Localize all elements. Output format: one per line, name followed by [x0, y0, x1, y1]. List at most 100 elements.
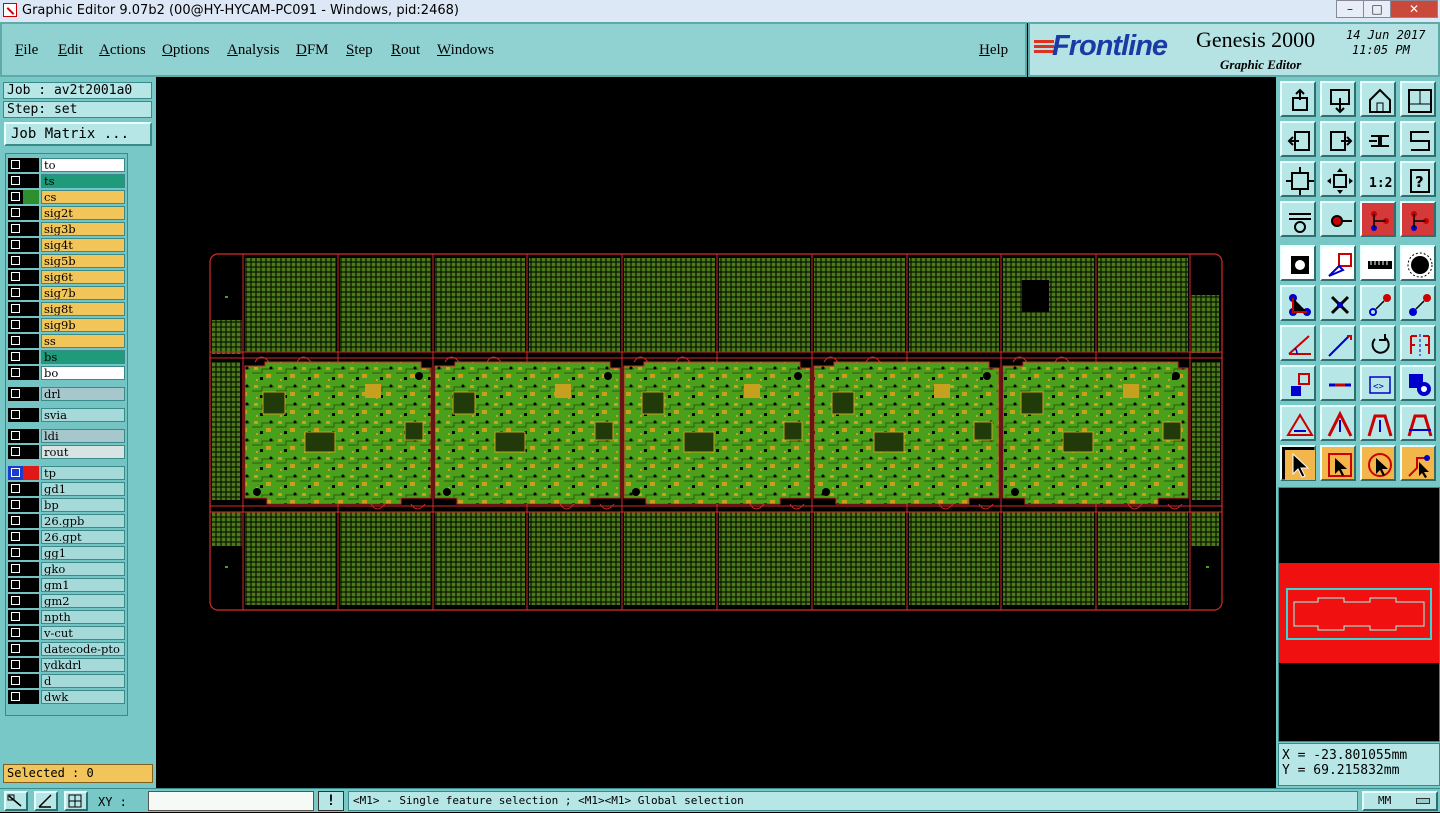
layer-row-ss[interactable]: ss	[8, 334, 127, 348]
layer-checkbox[interactable]	[8, 658, 23, 672]
snake-button[interactable]	[1400, 121, 1436, 157]
layer-color-swatch[interactable]	[23, 366, 39, 380]
menu-rout[interactable]: Rout	[391, 42, 420, 59]
layer-name[interactable]: gm2	[41, 594, 125, 608]
arc-button[interactable]	[1320, 405, 1356, 441]
layer-color-swatch[interactable]	[23, 594, 39, 608]
layer-name[interactable]: gm1	[41, 578, 125, 592]
graph-alt-button[interactable]	[1400, 201, 1436, 237]
layer-row-sig2t[interactable]: sig2t	[8, 206, 127, 220]
layer-row-sig6t[interactable]: sig6t	[8, 270, 127, 284]
layer-color-swatch[interactable]	[23, 562, 39, 576]
select-arrow-button[interactable]	[1280, 445, 1316, 481]
pin-button[interactable]	[1320, 201, 1356, 237]
angle-button[interactable]	[1280, 325, 1316, 361]
layer-color-swatch[interactable]	[23, 578, 39, 592]
layer-color-swatch[interactable]	[23, 690, 39, 704]
menu-step[interactable]: Step	[346, 42, 373, 59]
measure-icon[interactable]	[34, 791, 58, 811]
layer-color-swatch[interactable]	[23, 286, 39, 300]
zoom-in-right-button[interactable]	[1320, 121, 1356, 157]
layer-color-swatch[interactable]	[23, 546, 39, 560]
layer-row-sig8t[interactable]: sig8t	[8, 302, 127, 316]
layer-checkbox[interactable]	[8, 690, 23, 704]
layer-name[interactable]: datecode-pto	[41, 642, 125, 656]
close-button[interactable]: ✕	[1390, 0, 1438, 18]
layer-name[interactable]: ss	[41, 334, 125, 348]
layer-row-d[interactable]: d	[8, 674, 127, 688]
layer-row-tp[interactable]: tp	[8, 466, 127, 480]
edit-shape-button[interactable]	[1320, 245, 1356, 281]
zoom-in-left-button[interactable]	[1280, 121, 1316, 157]
arc-flip-button[interactable]	[1400, 405, 1436, 441]
layer-name[interactable]: 26.gpb	[41, 514, 125, 528]
layer-checkbox[interactable]	[8, 482, 23, 496]
layer-row-ts[interactable]: ts	[8, 174, 127, 188]
menu-dfm[interactable]: DFM	[296, 42, 329, 59]
layer-row-ldi[interactable]: ldi	[8, 429, 127, 443]
open-button[interactable]	[1320, 81, 1356, 117]
layer-name[interactable]: to	[41, 158, 125, 172]
overview-minimap[interactable]	[1278, 487, 1440, 742]
layer-row-gg1[interactable]: gg1	[8, 546, 127, 560]
job-matrix-button[interactable]: Job Matrix ...	[4, 122, 152, 146]
layer-color-swatch[interactable]	[23, 334, 39, 348]
layer-name[interactable]: drl	[41, 387, 125, 401]
layer-color-swatch[interactable]	[23, 350, 39, 364]
layer-checkbox[interactable]	[8, 158, 23, 172]
layer-checkbox[interactable]	[8, 546, 23, 560]
layer-checkbox[interactable]	[8, 408, 23, 422]
layer-name[interactable]: gd1	[41, 482, 125, 496]
segment-button[interactable]	[1320, 365, 1356, 401]
layer-color-swatch[interactable]	[23, 254, 39, 268]
mirror-button[interactable]	[1400, 325, 1436, 361]
layer-name[interactable]: sig5b	[41, 254, 125, 268]
move-point-alt-button[interactable]	[1400, 285, 1436, 321]
layer-row-sig5b[interactable]: sig5b	[8, 254, 127, 268]
layer-checkbox[interactable]	[8, 286, 23, 300]
layer-row-svia[interactable]: svia	[8, 408, 127, 422]
layer-checkbox[interactable]	[8, 578, 23, 592]
menu-help[interactable]: Help	[979, 42, 1008, 59]
layer-color-swatch[interactable]	[23, 610, 39, 624]
layer-checkbox[interactable]	[8, 626, 23, 640]
layer-name[interactable]: bp	[41, 498, 125, 512]
line-button[interactable]	[1320, 325, 1356, 361]
connect-button[interactable]	[1280, 285, 1316, 321]
graph-button[interactable]	[1360, 201, 1396, 237]
cross-button[interactable]	[1320, 285, 1356, 321]
layer-checkbox[interactable]	[8, 498, 23, 512]
layer-color-swatch[interactable]	[23, 445, 39, 459]
layer-checkbox[interactable]	[8, 318, 23, 332]
layer-row-dwk[interactable]: dwk	[8, 690, 127, 704]
layer-row-npth[interactable]: npth	[8, 610, 127, 624]
layer-color-swatch[interactable]	[23, 387, 39, 401]
layer-checkbox[interactable]	[8, 350, 23, 364]
layer-checkbox[interactable]	[8, 254, 23, 268]
layer-row-gd1[interactable]: gd1	[8, 482, 127, 496]
home-button[interactable]	[1360, 81, 1396, 117]
layer-checkbox[interactable]	[8, 222, 23, 236]
layer-name[interactable]: gko	[41, 562, 125, 576]
layer-color-swatch[interactable]	[23, 514, 39, 528]
layer-checkbox[interactable]	[8, 270, 23, 284]
layer-checkbox[interactable]	[8, 466, 23, 480]
layer-color-swatch[interactable]	[23, 530, 39, 544]
alert-button[interactable]: !	[318, 791, 344, 811]
layer-checkbox[interactable]	[8, 302, 23, 316]
resize-button[interactable]: <>	[1360, 365, 1396, 401]
layer-name[interactable]: sig8t	[41, 302, 125, 316]
layer-color-swatch[interactable]	[23, 626, 39, 640]
ratio-button[interactable]: 1:2	[1360, 161, 1396, 197]
fit-button[interactable]	[1280, 161, 1316, 197]
minimap-view-frame[interactable]	[1286, 588, 1432, 640]
select-round-button[interactable]	[1360, 445, 1396, 481]
layer-name[interactable]: cs	[41, 190, 125, 204]
export-button[interactable]	[1280, 81, 1316, 117]
zoom-area-icon[interactable]	[4, 791, 28, 811]
layer-checkbox[interactable]	[8, 429, 23, 443]
layer-name[interactable]: tp	[41, 466, 125, 480]
layer-color-swatch[interactable]	[23, 206, 39, 220]
menu-analysis[interactable]: Analysis	[227, 42, 280, 59]
layer-color-swatch[interactable]	[23, 270, 39, 284]
